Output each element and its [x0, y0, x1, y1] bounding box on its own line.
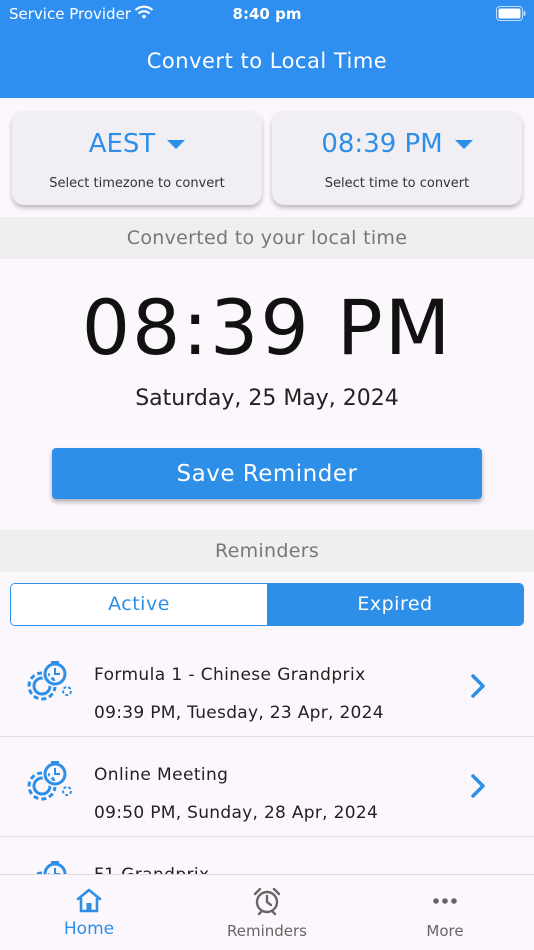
reminder-time: 09:50 PM, Sunday, 28 Apr, 2024: [94, 803, 379, 823]
converted-date: Saturday, 25 May, 2024: [135, 386, 399, 411]
reminder-title: Formula 1 - Chinese Grandprix: [94, 665, 366, 685]
time-hint: Select time to convert: [324, 176, 470, 191]
status-bar: Service Provider 8:40 pm: [0, 0, 534, 30]
gear-clock-icon: [27, 661, 72, 701]
reminder-title: Online Meeting: [94, 765, 229, 785]
list-item[interactable]: Online Meeting 09:50 PM, Sunday, 28 Apr,…: [0, 737, 534, 837]
tab-home[interactable]: Home: [0, 875, 178, 950]
time-value-label: 08:39 PM: [321, 129, 443, 159]
reminders-section-label: Reminders: [0, 530, 534, 572]
list-item[interactable]: Formula 1 - Chinese Grandprix 09:39 PM, …: [0, 637, 534, 737]
timezone-hint: Select timezone to convert: [49, 176, 225, 191]
tab-home-label: Home: [63, 919, 115, 939]
time-picker[interactable]: 08:39 PM Select time to convert: [272, 111, 522, 205]
reminder-title: F1 Grandprix: [94, 865, 210, 874]
home-icon: [76, 888, 102, 913]
tab-reminders[interactable]: Reminders: [178, 875, 356, 950]
caret-down-icon: [167, 140, 186, 149]
list-item[interactable]: F1 Grandprix: [0, 837, 534, 874]
converted-time: 08:39 PM: [81, 283, 453, 372]
tab-bar: Home Reminders More: [0, 874, 534, 950]
tab-reminders-label: Reminders: [227, 922, 307, 940]
gear-clock-icon: [27, 761, 72, 801]
segment-active[interactable]: Active: [11, 584, 267, 625]
chevron-right-icon: [471, 774, 485, 798]
timezone-value-label: AEST: [88, 129, 156, 159]
battery-icon: [496, 6, 526, 25]
reminder-filter-segmented-control: Active Expired: [10, 583, 524, 626]
caret-down-icon: [454, 140, 473, 149]
header: Service Provider 8:40 pm Convert to Loca…: [0, 0, 534, 98]
converted-section-label: Converted to your local time: [0, 217, 534, 259]
timezone-value: AEST: [12, 129, 262, 159]
tab-more[interactable]: More: [356, 875, 534, 950]
status-time: 8:40 pm: [232, 5, 302, 23]
segment-expired[interactable]: Expired: [267, 584, 523, 625]
chevron-right-icon: [471, 674, 485, 698]
reminder-time: 09:39 PM, Tuesday, 23 Apr, 2024: [94, 703, 384, 723]
time-value: 08:39 PM: [272, 129, 522, 159]
alarm-clock-icon: [253, 887, 281, 916]
save-reminder-button[interactable]: Save Reminder: [52, 448, 482, 499]
more-dots-icon: [433, 898, 457, 904]
page-title: Convert to Local Time: [146, 49, 388, 73]
reminder-list: Formula 1 - Chinese Grandprix 09:39 PM, …: [0, 637, 534, 874]
gear-clock-icon: [33, 861, 68, 874]
tab-more-label: More: [426, 922, 464, 940]
timezone-picker[interactable]: AEST Select timezone to convert: [12, 111, 262, 205]
